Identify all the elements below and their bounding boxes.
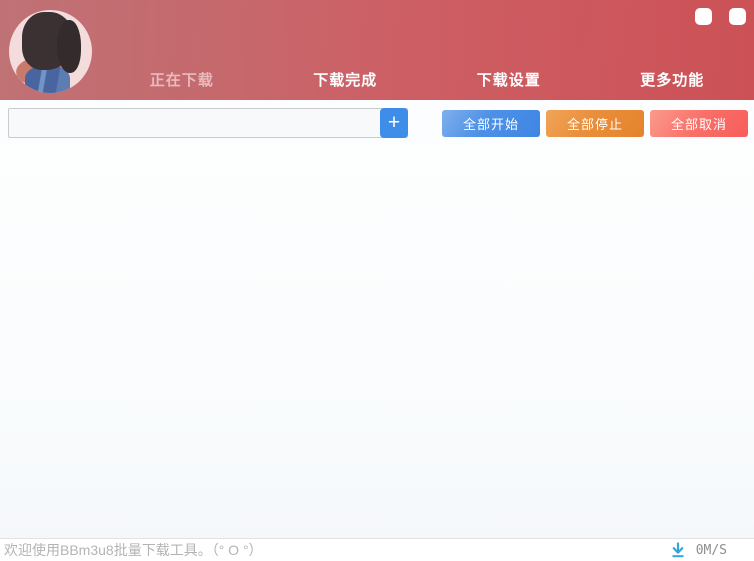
toolbar: + 全部开始 全部停止 全部取消 xyxy=(0,100,754,145)
url-input[interactable] xyxy=(8,108,408,138)
tab-more-features[interactable]: 更多功能 xyxy=(591,63,754,96)
close-button[interactable] xyxy=(729,8,746,25)
header: 正在下载 下载完成 下载设置 更多功能 xyxy=(0,0,754,100)
speed-value: 0M/S xyxy=(696,543,727,558)
avatar-hair-bun xyxy=(57,20,81,73)
cancel-all-button[interactable]: 全部取消 xyxy=(650,110,748,137)
speed-area: 0M/S xyxy=(670,542,727,558)
tab-bar: 正在下载 下载完成 下载设置 更多功能 xyxy=(100,63,754,96)
stop-all-button[interactable]: 全部停止 xyxy=(546,110,644,137)
start-all-button[interactable]: 全部开始 xyxy=(442,110,540,137)
add-task-button[interactable]: + xyxy=(380,108,408,138)
status-bar: 欢迎使用BBm3u8批量下载工具。（° O °） 0M/S xyxy=(0,538,754,561)
action-buttons: 全部开始 全部停止 全部取消 xyxy=(442,110,748,137)
app-window: 正在下载 下载完成 下载设置 更多功能 + 全部开始 全部停止 全部取消 欢迎使… xyxy=(0,0,754,561)
url-input-wrap: + xyxy=(8,108,408,138)
download-arrow-icon xyxy=(670,542,686,558)
welcome-text: 欢迎使用BBm3u8批量下载工具。（° O °） xyxy=(4,540,670,560)
avatar xyxy=(9,10,92,93)
tab-downloading[interactable]: 正在下载 xyxy=(100,63,264,96)
window-controls xyxy=(695,8,746,25)
minimize-button[interactable] xyxy=(695,8,712,25)
tab-settings[interactable]: 下载设置 xyxy=(427,63,591,96)
tab-completed[interactable]: 下载完成 xyxy=(264,63,428,96)
download-list xyxy=(0,145,754,538)
